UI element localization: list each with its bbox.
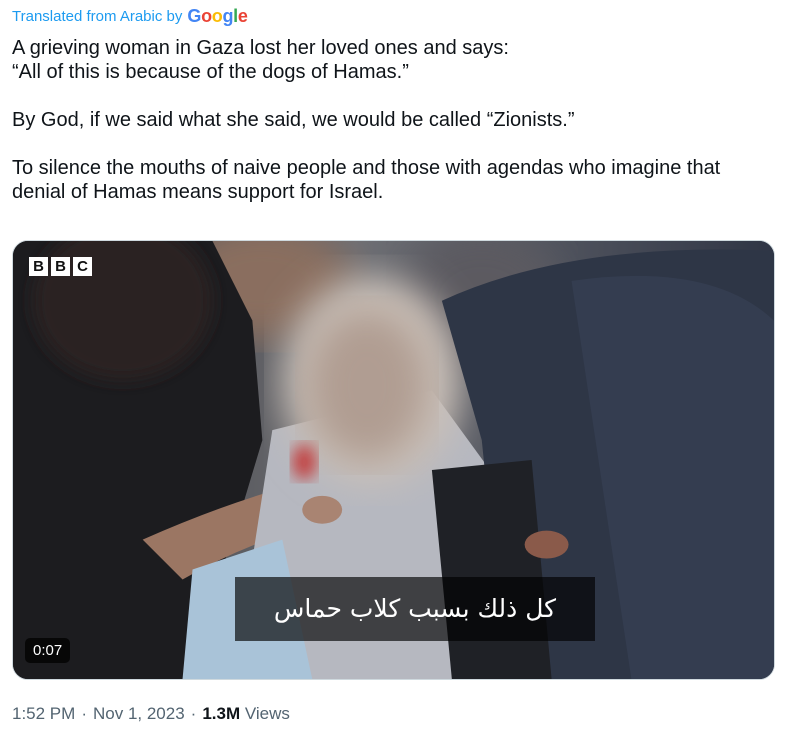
google-logo-letter: g bbox=[222, 6, 234, 26]
bbc-letter: C bbox=[73, 257, 92, 276]
tweet-paragraph-1: A grieving woman in Gaza lost her loved … bbox=[12, 37, 509, 83]
google-logo-letter: e bbox=[237, 6, 248, 26]
translation-attribution[interactable]: Translated from Arabic by Google bbox=[12, 6, 248, 27]
tweet-time[interactable]: 1:52 PM bbox=[12, 704, 75, 724]
bbc-logo: B B C bbox=[29, 257, 92, 276]
tweet-text: A grieving woman in Gaza lost her loved … bbox=[12, 36, 772, 228]
views-label: Views bbox=[244, 704, 290, 723]
google-logo-letter: o bbox=[211, 6, 223, 26]
bbc-letter: B bbox=[51, 257, 70, 276]
views[interactable]: 1.3M Views bbox=[202, 704, 290, 724]
tweet-paragraph-2: By God, if we said what she said, we wou… bbox=[12, 109, 575, 131]
google-logo: Google bbox=[187, 6, 248, 27]
tweet-date[interactable]: Nov 1, 2023 bbox=[93, 704, 185, 724]
video-duration: 0:07 bbox=[25, 638, 71, 663]
separator: · bbox=[81, 704, 87, 723]
bbc-letter: B bbox=[29, 257, 48, 276]
tweet-paragraph-3: To silence the mouths of naive people an… bbox=[12, 157, 721, 203]
translation-label: Translated from Arabic by bbox=[12, 8, 183, 25]
tweet-metadata: 1:52 PM · Nov 1, 2023 · 1.3M Views bbox=[12, 704, 290, 724]
separator: · bbox=[190, 704, 197, 723]
google-logo-letter: G bbox=[187, 6, 202, 26]
video-subtitle: كل ذلك بسبب كلاب حماس bbox=[235, 577, 595, 641]
video-player[interactable]: B B C كل ذلك بسبب كلاب حماس 0:07 bbox=[12, 240, 775, 680]
google-logo-letter: o bbox=[201, 6, 212, 26]
tweet: Translated from Arabic by Google A griev… bbox=[0, 0, 787, 738]
views-count: 1.3M bbox=[202, 704, 241, 723]
